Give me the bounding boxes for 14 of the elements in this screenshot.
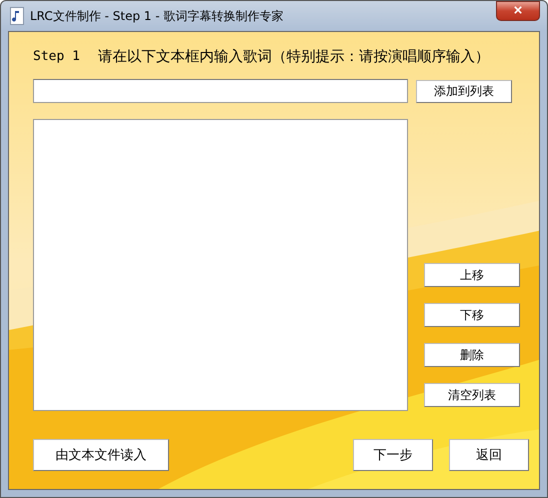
add-to-list-button[interactable]: 添加到列表 <box>416 80 512 102</box>
clear-list-button[interactable]: 清空列表 <box>424 383 520 407</box>
back-button[interactable]: 返回 <box>449 439 529 471</box>
music-note-icon <box>10 7 24 25</box>
close-button[interactable]: × <box>496 1 540 21</box>
next-step-button[interactable]: 下一步 <box>353 439 433 471</box>
lyric-input-field[interactable] <box>33 79 408 103</box>
step-label: Step 1 <box>33 48 80 64</box>
instruction-text: 请在以下文本框内输入歌词（特别提示：请按演唱顺序输入） <box>98 48 490 66</box>
window-title: LRC文件制作 - Step 1 - 歌词字幕转换制作专家 <box>30 8 284 24</box>
load-from-file-button[interactable]: 由文本文件读入 <box>33 439 169 471</box>
move-down-button[interactable]: 下移 <box>424 303 520 327</box>
move-up-button[interactable]: 上移 <box>424 263 520 287</box>
delete-button[interactable]: 删除 <box>424 343 520 367</box>
